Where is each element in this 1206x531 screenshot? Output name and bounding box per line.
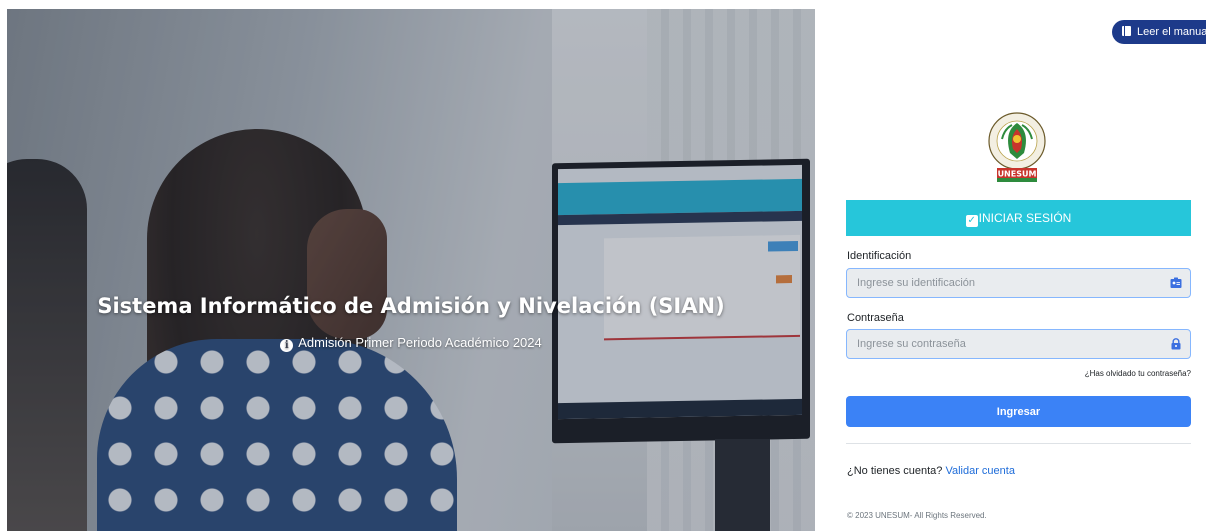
unesum-logo: UNESUM bbox=[988, 112, 1046, 182]
login-header: ✓ INICIAR SESIÓN bbox=[846, 200, 1191, 236]
login-header-label: INICIAR SESIÓN bbox=[978, 211, 1072, 225]
id-label: Identificación bbox=[847, 250, 912, 262]
id-card-icon bbox=[1170, 277, 1182, 288]
divider bbox=[846, 443, 1191, 444]
password-input[interactable] bbox=[847, 330, 1190, 358]
hero-image: Sistema Informático de Admisión y Nivela… bbox=[7, 9, 815, 531]
hero-subtitle-text: Admisión Primer Periodo Académico 2024 bbox=[298, 335, 542, 350]
hero-title: Sistema Informático de Admisión y Nivela… bbox=[97, 294, 725, 318]
lock-icon bbox=[1171, 338, 1181, 350]
password-field-wrapper bbox=[846, 329, 1191, 359]
validate-account-link[interactable]: Validar cuenta bbox=[945, 465, 1015, 477]
signup-row: ¿No tienes cuenta? Validar cuenta bbox=[847, 465, 1015, 477]
read-manual-button[interactable]: Leer el manual bbox=[1112, 20, 1206, 44]
id-field-wrapper bbox=[846, 268, 1191, 298]
book-icon bbox=[1122, 26, 1131, 36]
read-manual-label: Leer el manual bbox=[1137, 26, 1206, 38]
logo-caption: UNESUM bbox=[998, 170, 1037, 179]
forgot-password-link[interactable]: ¿Has olvidado tu contraseña? bbox=[1060, 369, 1191, 378]
check-square-icon: ✓ bbox=[965, 215, 978, 227]
hero-overlay bbox=[7, 9, 815, 531]
password-label: Contraseña bbox=[847, 312, 904, 324]
info-circle-icon: i bbox=[280, 339, 294, 352]
id-input[interactable] bbox=[847, 269, 1190, 297]
submit-button[interactable]: Ingresar bbox=[846, 396, 1191, 427]
copyright: © 2023 UNESUM- All Rights Reserved. bbox=[847, 511, 987, 520]
no-account-text: ¿No tienes cuenta? bbox=[847, 465, 943, 477]
hero-subtitle: i Admisión Primer Periodo Académico 2024 bbox=[7, 335, 815, 352]
